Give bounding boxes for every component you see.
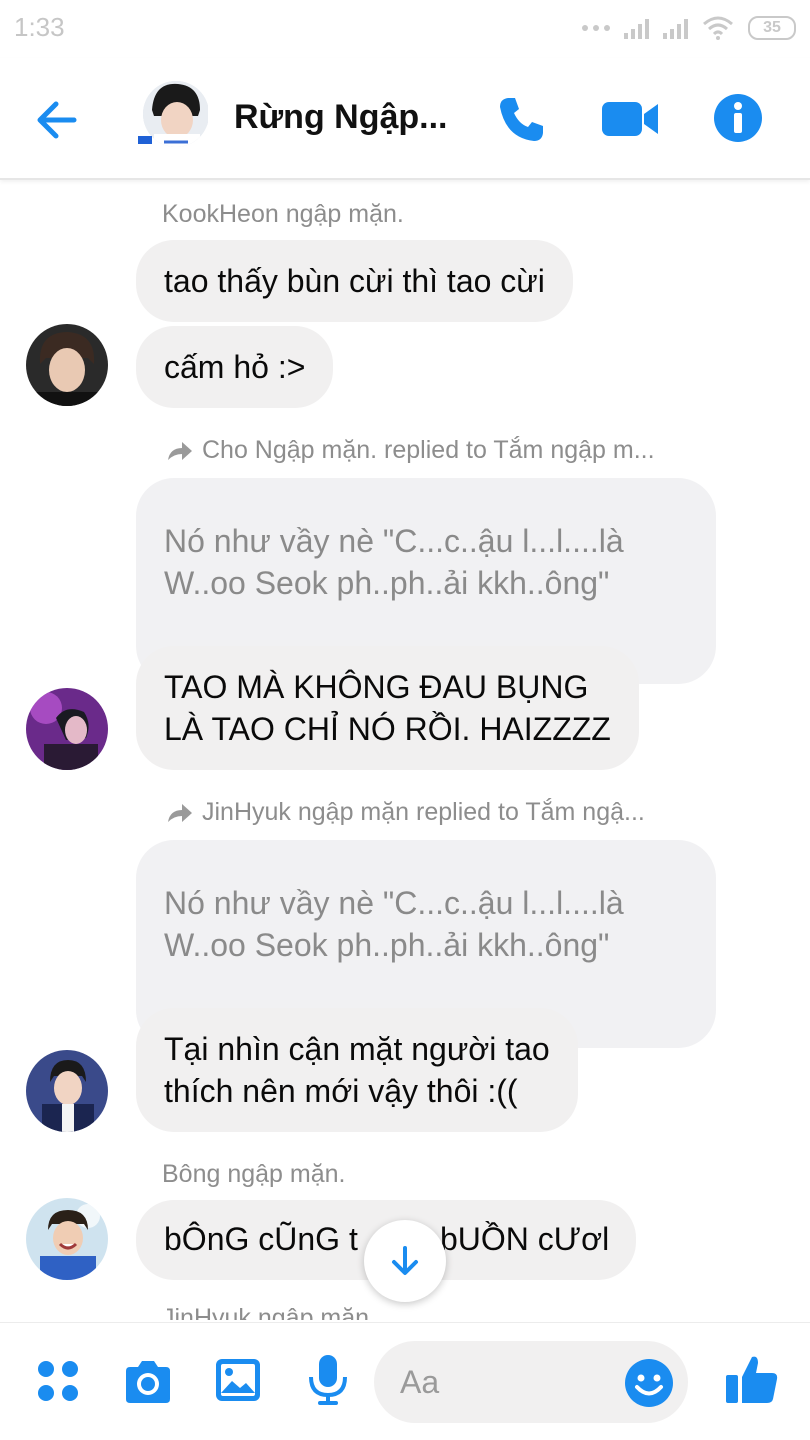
message-text: LÀ TAO CHỈ NÓ RỒI. HAIZZZZ xyxy=(164,711,611,747)
avatar[interactable] xyxy=(26,1198,108,1280)
four-dots-icon[interactable] xyxy=(36,1359,80,1403)
info-icon[interactable] xyxy=(712,92,764,144)
sender-name: JinHyuk ngập mặn xyxy=(162,1304,370,1320)
avatar[interactable] xyxy=(26,324,108,406)
reply-note: Cho Ngập mặn. replied to Tắm ngập m... xyxy=(166,436,655,465)
conversation-title[interactable]: Rừng Ngập... xyxy=(234,98,448,137)
message-text: tao thấy bùn cừi thì tao cừi xyxy=(164,263,545,299)
message-input[interactable] xyxy=(400,1359,610,1405)
quoted-text-line: W..oo Seok ph..ph..ải kkh..ông" xyxy=(164,927,610,963)
group-avatar[interactable] xyxy=(138,76,208,156)
quoted-text-line: W..oo Seok ph..ph..ải kkh..ông" xyxy=(164,565,610,601)
reply-note: JinHyuk ngập mặn replied to Tắm ngậ... xyxy=(166,798,645,827)
camera-icon[interactable] xyxy=(122,1359,174,1405)
message-text: Tại nhìn cận mặt người tao xyxy=(164,1031,550,1067)
notification-dots-icon xyxy=(582,25,610,31)
message-input-container[interactable] xyxy=(374,1341,688,1423)
reply-note-text: Cho Ngập mặn. replied to Tắm ngập m... xyxy=(202,436,655,464)
conversation-header: Rừng Ngập... xyxy=(0,58,810,180)
back-arrow-icon[interactable] xyxy=(30,92,86,148)
quoted-text-line: Nó như vầy nè "C...c..ậu l...l....là xyxy=(164,885,624,921)
message-text: bÔnG cŨnG t xyxy=(164,1221,358,1257)
composer-bar xyxy=(0,1322,810,1440)
arrow-down-icon xyxy=(392,1246,418,1275)
signal-icon-2 xyxy=(663,17,688,39)
message-bubble[interactable]: cấm hỏ :> xyxy=(136,326,334,408)
message-text: cấm hỏ :> xyxy=(164,349,306,385)
message-text: thích nên mới vậy thôi :(( xyxy=(164,1073,518,1109)
sender-name: KookHeon ngập mặn. xyxy=(162,200,404,228)
message-text: TAO MÀ KHÔNG ĐAU BỤNG xyxy=(164,669,589,705)
battery-icon: 35 xyxy=(748,16,796,40)
wifi-icon xyxy=(703,16,733,40)
message-list[interactable]: KookHeon ngập mặn. tao thấy bùn cừi thì … xyxy=(0,182,810,1320)
sender-name: Bông ngập mặn. xyxy=(162,1160,346,1188)
status-time: 1:33 xyxy=(14,12,65,42)
thumbs-up-icon[interactable] xyxy=(724,1351,780,1407)
avatar[interactable] xyxy=(26,1050,108,1132)
image-icon[interactable] xyxy=(214,1357,262,1403)
video-camera-icon[interactable] xyxy=(600,96,662,142)
message-bubble[interactable]: tao thấy bùn cừi thì tao cừi xyxy=(136,240,573,322)
microphone-icon[interactable] xyxy=(306,1353,350,1407)
signal-icon xyxy=(624,17,649,39)
status-icons: 35 xyxy=(582,12,796,44)
reply-arrow-icon xyxy=(168,441,192,460)
message-bubble[interactable]: TAO MÀ KHÔNG ĐAU BỤNG LÀ TAO CHỈ NÓ RỒI.… xyxy=(136,646,639,770)
smiley-icon[interactable] xyxy=(624,1358,674,1408)
message-text: bUỒN cƯơl xyxy=(440,1221,610,1257)
message-bubble[interactable]: Tại nhìn cận mặt người tao thích nên mới… xyxy=(136,1008,578,1132)
scroll-to-bottom-button[interactable] xyxy=(364,1220,446,1302)
reply-arrow-icon xyxy=(168,803,192,822)
quoted-text-line: Nó như vầy nè "C...c..ậu l...l....là xyxy=(164,523,624,559)
status-bar: 1:33 35 xyxy=(0,0,810,58)
reply-note-text: JinHyuk ngập mặn replied to Tắm ngậ... xyxy=(202,798,645,826)
phone-icon[interactable] xyxy=(494,92,548,146)
avatar[interactable] xyxy=(26,688,108,770)
